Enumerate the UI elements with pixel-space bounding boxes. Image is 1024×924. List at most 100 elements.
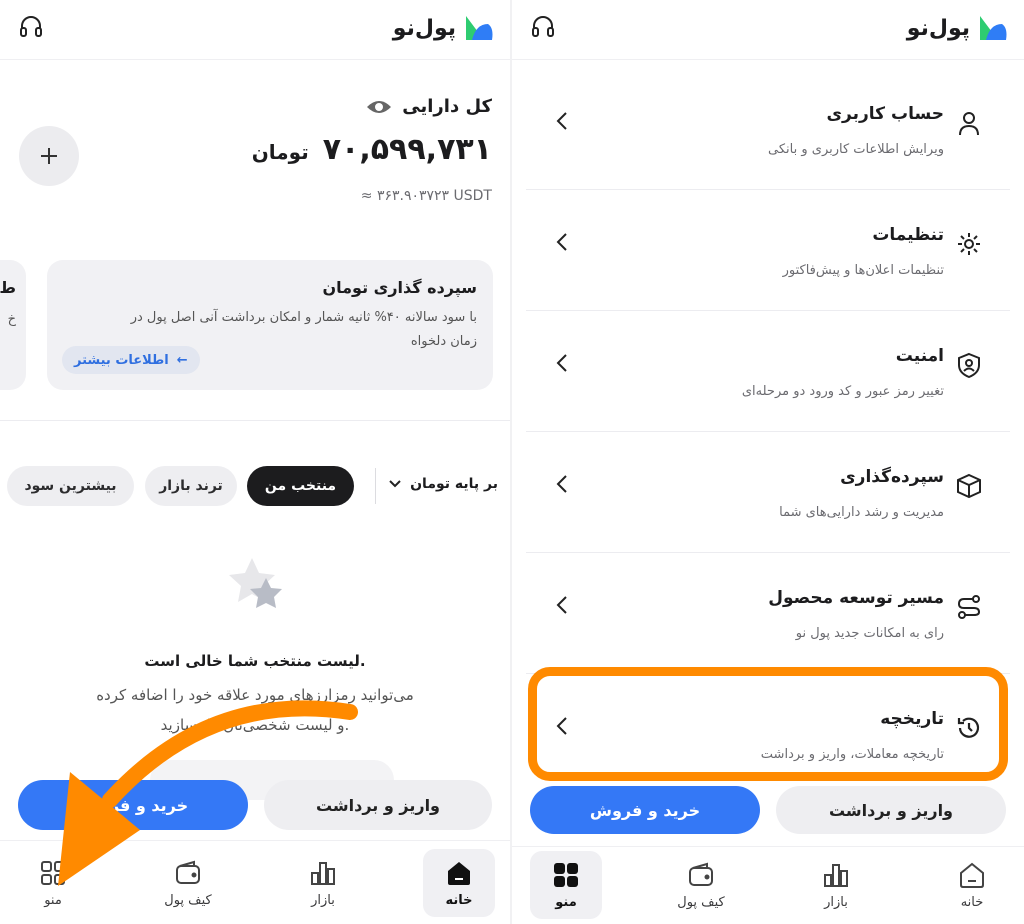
menu-screen: پول‌نو حساب کاربری ویرایش اطلاعات کاربری… [512,0,1024,924]
menu-item-title: سپرده‌گذاری [840,467,944,487]
empty-watchlist-line2: و لیست شخصی‌تان را بسازید. [160,716,350,734]
menu-item-roadmap[interactable]: مسیر توسعه محصول رای به امکانات جدید پول… [526,554,1010,674]
plus-icon [41,148,57,164]
tab-wallet-label: کیف پول [677,894,725,910]
eye-icon[interactable] [366,97,392,117]
grid-menu-icon [41,860,65,885]
deposit-withdraw-button[interactable]: واریز و برداشت [264,780,492,830]
chevron-left-icon [556,475,567,493]
tab-home-label: خانه [445,892,473,908]
tab-menu[interactable]: منو [530,851,602,919]
route-icon [957,595,981,619]
home-icon [448,861,470,885]
next-promo-card-peek[interactable]: ط خ [0,260,26,390]
chevron-left-icon [556,112,567,130]
menu-item-title: تنظیمات [872,225,944,245]
bottom-tab-bar: خانه بازار کیف پول منو [0,840,510,924]
logo-mark-icon [466,16,493,40]
chevron-left-icon [556,596,567,614]
add-asset-button[interactable] [19,126,79,186]
buy-sell-button[interactable]: خرید و فروش [18,780,248,830]
chevron-left-icon [556,233,567,251]
menu-item-deposit[interactable]: سپرده‌گذاری مدیریت و رشد دارایی‌های شما [526,433,1010,553]
history-icon [957,717,980,738]
menu-item-title: تاریخچه [880,709,944,729]
menu-item-title: مسیر توسعه محصول [768,588,944,608]
tab-market[interactable]: بازار [287,849,359,917]
chip-top-profit[interactable]: بیشترین سود [7,466,134,506]
wallet-icon [176,860,200,884]
brand-name: پول‌نو [906,15,971,41]
tab-home[interactable]: خانه [936,851,1008,919]
menu-item-subtitle: رای به امکانات جدید پول نو [795,626,944,641]
base-currency-select[interactable]: بر پایه تومان [388,476,498,492]
menu-item-title: امنیت [895,346,944,366]
chevron-left-icon [556,354,567,372]
menu-item-security[interactable]: امنیت تغییر رمز عبور و کد ورود دو مرحله‌… [526,312,1010,432]
empty-watchlist-title: لیست منتخب شما خالی است. [144,652,366,670]
menu-item-subtitle: تاریخچه معاملات، واریز و برداشت [760,747,944,762]
promo-title: سپرده گذاری تومان [322,278,477,297]
brand-logo[interactable]: پول‌نو [907,12,1008,44]
base-currency-label: بر پایه تومان [410,476,498,492]
home-icon [960,862,984,888]
tab-market-label: بازار [824,894,848,910]
learn-more-label: اطلاعات بیشتر [74,352,169,368]
tab-home[interactable]: خانه [423,849,495,917]
menu-item-history[interactable]: تاریخچه تاریخچه معاملات، واریز و برداشت [526,675,1010,795]
gear-icon [958,233,980,255]
total-assets-currency: تومان [251,140,309,164]
support-headset-icon[interactable] [530,14,556,40]
promo-text-line2: زمان دلخواه [410,334,477,349]
home-screen: پول‌نو کل دارایی ۷۰,۵۹۹,۷۳۱ تومان ≈ ۳۶۳.… [0,0,510,924]
brand-logo[interactable]: پول‌نو [393,12,494,44]
menu-item-settings[interactable]: تنظیمات تنظیمات اعلان‌ها و پیش‌فاکتور [526,191,1010,311]
tab-menu-label: منو [44,892,62,908]
menu-item-subtitle: ویرایش اطلاعات کاربری و بانکی [768,142,944,157]
chevron-left-icon [556,717,567,735]
chip-my-picks[interactable]: منتخب من [247,466,354,506]
top-bar: پول‌نو [512,0,1024,60]
market-chart-icon [824,863,848,887]
tab-wallet-label: کیف پول [164,892,212,908]
tab-wallet[interactable]: کیف پول [152,849,224,917]
bottom-tab-bar: خانه بازار کیف پول منو [512,846,1024,924]
menu-item-subtitle: تنظیمات اعلان‌ها و پیش‌فاکتور [782,263,944,278]
box-icon [957,473,981,499]
tab-wallet[interactable]: کیف پول [665,851,737,919]
empty-watchlist-line1: می‌توانید رمزارزهای مورد علاقه خود را اض… [96,686,414,704]
usdt-equivalent: ≈ ۳۶۳.۹۰۳۷۲۳ USDT [360,188,492,204]
filter-divider [375,468,376,504]
menu-item-subtitle: تغییر رمز عبور و کد ورود دو مرحله‌ای [741,384,944,399]
menu-item-account[interactable]: حساب کاربری ویرایش اطلاعات کاربری و بانک… [526,70,1010,190]
market-chart-icon [311,861,335,885]
section-divider [0,420,510,421]
total-assets-header: کل دارایی [366,96,492,117]
total-assets-amount-row: ۷۰,۵۹۹,۷۳۱ تومان [252,132,492,167]
wallet-icon [689,862,713,886]
arrow-left-icon: ← [176,352,188,368]
deposit-promo-card[interactable]: سپرده گذاری تومان با سود سالانه ۴۰% ثانی… [47,260,493,390]
promo-text-line1: با سود سالانه ۴۰% ثانیه شمار و امکان برد… [130,310,477,325]
empty-stars-icon [229,558,282,608]
buy-sell-button[interactable]: خرید و فروش [530,786,760,834]
top-bar: پول‌نو [0,0,510,60]
logo-mark-icon [980,16,1007,40]
tab-market[interactable]: بازار [800,851,872,919]
tab-menu[interactable]: منو [17,849,89,917]
shield-user-icon [958,352,980,378]
next-promo-title-peek: ط [0,278,16,297]
next-promo-text-peek: خ [7,312,16,327]
tab-menu-label: منو [555,894,577,910]
chip-market-trend[interactable]: ترند بازار [145,466,237,506]
brand-name: پول‌نو [392,15,457,41]
user-icon [959,112,979,136]
grid-menu-icon [554,862,578,887]
deposit-withdraw-button[interactable]: واریز و برداشت [776,786,1006,834]
total-assets-label: کل دارایی [402,96,492,117]
chevron-down-icon [389,480,401,488]
menu-item-subtitle: مدیریت و رشد دارایی‌های شما [779,505,944,520]
support-headset-icon[interactable] [18,14,44,40]
total-assets-amount: ۷۰,۵۹۹,۷۳۱ [322,132,492,167]
learn-more-link[interactable]: اطلاعات بیشتر ← [62,346,200,374]
